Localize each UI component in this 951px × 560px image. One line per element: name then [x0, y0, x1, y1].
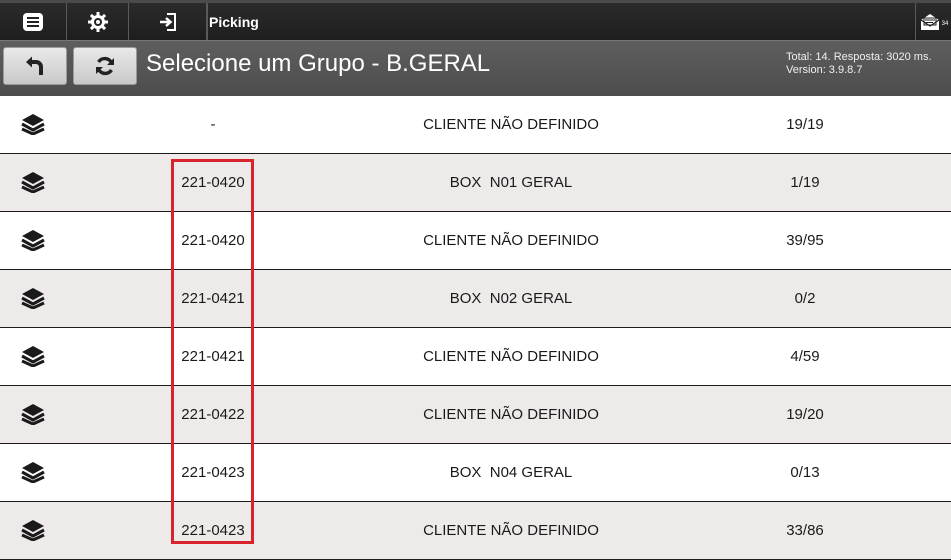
group-list: - CLIENTE NÃO DEFINIDO 19/19 221-0420 BO…	[0, 96, 951, 560]
group-quantity: 19/20	[786, 406, 824, 423]
group-quantity: 19/19	[786, 116, 824, 133]
refresh-icon	[96, 56, 114, 76]
list-item[interactable]: 221-0420 CLIENTE NÃO DEFINIDO 39/95	[0, 212, 951, 270]
group-code: -	[210, 116, 216, 133]
group-description: CLIENTE NÃO DEFINIDO	[423, 232, 599, 249]
login-button[interactable]	[129, 3, 207, 40]
page-title: Selecione um Grupo - B.GERAL	[146, 50, 491, 77]
page-header: Selecione um Grupo - B.GERAL Total: 14. …	[0, 40, 951, 96]
list-item[interactable]: 221-0421 BOX N02 GERAL 0/2	[0, 270, 951, 328]
group-code: 221-0421	[181, 348, 245, 365]
status-total: Total: 14. Resposta: 3020 ms.	[786, 51, 932, 63]
menu-icon	[23, 12, 43, 31]
group-description: BOX N04 GERAL	[449, 464, 573, 481]
mail-badge: 34	[941, 20, 949, 27]
layers-icon	[21, 288, 45, 309]
layers-icon	[21, 346, 45, 367]
group-code: 221-0422	[181, 406, 245, 423]
toolbar-title: Picking	[207, 3, 917, 40]
group-description: CLIENTE NÃO DEFINIDO	[423, 116, 599, 133]
version-label: Version: 3.9.8.7	[786, 64, 863, 76]
layers-icon	[21, 114, 45, 135]
group-code: 221-0421	[181, 290, 245, 307]
group-quantity: 39/95	[786, 232, 824, 249]
list-item[interactable]: 221-0420 BOX N01 GERAL 1/19	[0, 154, 951, 212]
layers-icon	[21, 404, 45, 425]
group-quantity: 33/86	[786, 522, 824, 539]
group-code: 221-0420	[181, 174, 245, 191]
group-description: CLIENTE NÃO DEFINIDO	[423, 406, 599, 423]
layers-icon	[21, 520, 45, 541]
group-quantity: 4/59	[790, 348, 820, 365]
back-button[interactable]	[3, 47, 67, 85]
list-item[interactable]: 221-0423 BOX N04 GERAL 0/13	[0, 444, 951, 502]
group-code: 221-0423	[181, 522, 245, 539]
settings-icon	[87, 11, 108, 32]
mail-button[interactable]: 34	[915, 3, 951, 40]
undo-icon	[26, 56, 43, 75]
mail-icon	[920, 13, 939, 30]
menu-button[interactable]	[0, 3, 67, 40]
group-description: CLIENTE NÃO DEFINIDO	[423, 522, 599, 539]
login-icon	[159, 12, 176, 31]
settings-button[interactable]	[67, 3, 129, 40]
group-quantity: 0/2	[794, 290, 816, 307]
refresh-button[interactable]	[73, 47, 137, 85]
list-item[interactable]: - CLIENTE NÃO DEFINIDO 19/19	[0, 96, 951, 154]
status-info: Total: 14. Resposta: 3020 ms. Version: 3…	[786, 51, 951, 77]
group-code: 221-0420	[181, 232, 245, 249]
group-description: BOX N01 GERAL	[449, 174, 573, 191]
list-item[interactable]: 221-0421 CLIENTE NÃO DEFINIDO 4/59	[0, 328, 951, 386]
list-item[interactable]: 221-0422 CLIENTE NÃO DEFINIDO 19/20	[0, 386, 951, 444]
layers-icon	[21, 172, 45, 193]
layers-icon	[21, 462, 45, 483]
list-item[interactable]: 221-0423 CLIENTE NÃO DEFINIDO 33/86	[0, 502, 951, 560]
group-description: CLIENTE NÃO DEFINIDO	[423, 348, 599, 365]
group-quantity: 0/13	[790, 464, 820, 481]
group-quantity: 1/19	[790, 174, 820, 191]
group-code: 221-0423	[181, 464, 245, 481]
top-toolbar: Picking 34	[0, 0, 951, 40]
group-description: BOX N02 GERAL	[449, 290, 573, 307]
layers-icon	[21, 230, 45, 251]
